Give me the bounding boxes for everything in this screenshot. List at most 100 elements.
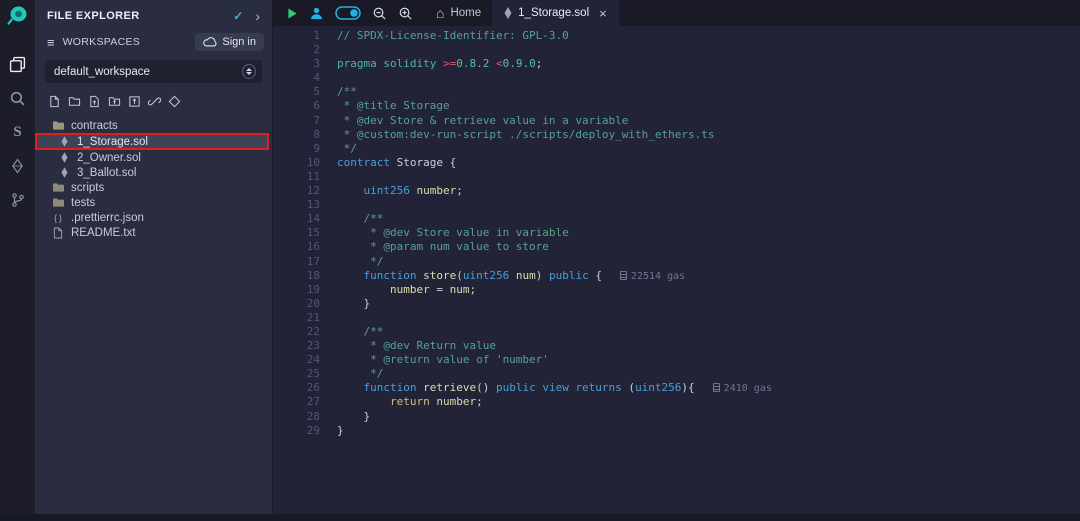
publish-gist-icon[interactable] [168, 95, 181, 108]
file-tree-item-1-storage-sol[interactable]: 1_Storage.sol [35, 133, 269, 150]
tab-1-storage-sol[interactable]: 1_Storage.sol × [493, 0, 619, 26]
file-tree-item-2-owner-sol[interactable]: 2_Owner.sol [35, 150, 272, 165]
code-line[interactable]: * @param num value to store [337, 240, 1080, 254]
new-file-icon[interactable] [48, 95, 61, 108]
code-line[interactable]: function retrieve() public view returns … [337, 381, 1080, 395]
code-line[interactable]: * @dev Store value in variable [337, 226, 1080, 240]
zoom-in-icon[interactable] [398, 6, 413, 21]
deploy-run-icon[interactable] [0, 149, 35, 183]
line-number: 16 [273, 240, 320, 254]
line-number: 2 [273, 43, 320, 57]
workspace-select[interactable]: default_workspace [45, 60, 262, 83]
code-line[interactable]: * @dev Store & retrieve value in a varia… [337, 114, 1080, 128]
code-line[interactable]: /** [337, 212, 1080, 226]
line-number: 22 [273, 325, 320, 339]
code-line[interactable]: /** [337, 85, 1080, 99]
code-line[interactable] [337, 311, 1080, 325]
search-icon[interactable] [0, 81, 35, 115]
code-line[interactable]: } [337, 424, 1080, 438]
gas-estimate-icon [620, 271, 627, 280]
close-tab-icon[interactable]: × [599, 6, 607, 21]
solidity-icon [57, 152, 71, 163]
code-line[interactable]: } [337, 410, 1080, 424]
code-line[interactable]: * @custom:dev-run-script ./scripts/deplo… [337, 128, 1080, 142]
panel-title: FILE EXPLORER [47, 10, 233, 22]
code-line[interactable] [337, 170, 1080, 184]
line-number: 12 [273, 184, 320, 198]
file-explorer-icon[interactable] [0, 47, 35, 81]
solidity-icon [57, 136, 71, 147]
tab-home[interactable]: ⌂ Home [425, 0, 493, 26]
line-number: 21 [273, 311, 320, 325]
git-branch-icon[interactable] [0, 183, 35, 217]
solidity-compiler-icon[interactable]: S [0, 115, 35, 149]
json-icon: { } [51, 213, 65, 223]
gas-estimate: 22514 gas [620, 271, 685, 282]
line-number: 26 [273, 381, 320, 395]
code-editor[interactable]: 1234567891011121314151617181920212223242… [273, 26, 1080, 521]
panel-header: FILE EXPLORER ✓ › [35, 0, 272, 29]
code-line[interactable]: // SPDX-License-Identifier: GPL-3.0 [337, 29, 1080, 43]
sign-in-button[interactable]: Sign in [195, 33, 264, 51]
code-line[interactable]: */ [337, 255, 1080, 269]
activity-bar: S [0, 0, 35, 521]
tab-home-label: Home [450, 7, 481, 19]
line-number: 8 [273, 128, 320, 142]
code-line[interactable] [337, 43, 1080, 57]
workspace-menu-icon[interactable]: ≡ [47, 35, 55, 50]
ai-assistant-icon[interactable] [309, 6, 324, 21]
import-link-icon[interactable] [148, 95, 161, 108]
line-number: 10 [273, 156, 320, 170]
file-tree-item-tests[interactable]: tests [35, 195, 272, 210]
code-line[interactable]: uint256 number; [337, 184, 1080, 198]
code-line[interactable]: number = num; [337, 283, 1080, 297]
check-icon[interactable]: ✓ [233, 9, 243, 23]
code-line[interactable]: * @dev Return value [337, 339, 1080, 353]
editor-code[interactable]: // SPDX-License-Identifier: GPL-3.0 pragm… [337, 26, 1080, 521]
line-number: 18 [273, 269, 320, 283]
folder-icon [51, 197, 65, 208]
tab-storage-label: 1_Storage.sol [518, 7, 589, 19]
file-explorer-panel: FILE EXPLORER ✓ › ≡ WORKSPACES Sign in d… [35, 0, 273, 521]
line-number: 11 [273, 170, 320, 184]
code-line[interactable]: pragma solidity >=0.8.2 <0.9.0; [337, 57, 1080, 71]
file-tree: contracts1_Storage.sol 2_Owner.sol 3_Ballo… [35, 118, 272, 240]
solidity-file-icon [504, 7, 512, 19]
code-line[interactable]: return number; [337, 395, 1080, 409]
zoom-out-icon[interactable] [372, 6, 387, 21]
code-line[interactable]: * @title Storage [337, 99, 1080, 113]
chevron-right-icon[interactable]: › [255, 11, 260, 21]
file-tree-item-3-ballot-sol[interactable]: 3_Ballot.sol [35, 165, 272, 180]
new-folder-icon[interactable] [68, 95, 81, 108]
file-tree-item-label: tests [71, 197, 95, 209]
code-line[interactable]: */ [337, 142, 1080, 156]
copilot-toggle-icon[interactable] [335, 6, 361, 20]
code-line[interactable]: /** [337, 325, 1080, 339]
line-number: 24 [273, 353, 320, 367]
line-number: 17 [273, 255, 320, 269]
upload-file-icon[interactable] [88, 95, 101, 108]
line-number: 14 [273, 212, 320, 226]
file-tree-item-readme-txt[interactable]: README.txt [35, 225, 272, 240]
file-tree-item-label: 2_Owner.sol [77, 152, 141, 164]
code-line[interactable]: */ [337, 367, 1080, 381]
code-line[interactable]: * @return value of 'number' [337, 353, 1080, 367]
gas-estimate: 2410 gas [713, 383, 772, 394]
upload-folder-icon[interactable] [108, 95, 121, 108]
remix-logo-icon [6, 5, 30, 31]
code-line[interactable]: } [337, 297, 1080, 311]
code-line[interactable] [337, 198, 1080, 212]
line-number: 23 [273, 339, 320, 353]
run-script-icon[interactable] [287, 7, 298, 20]
code-line[interactable] [337, 71, 1080, 85]
file-tree-item-scripts[interactable]: scripts [35, 180, 272, 195]
code-line[interactable]: contract Storage { [337, 156, 1080, 170]
file-tree-item--prettierrc-json[interactable]: { }.prettierrc.json [35, 210, 272, 225]
publish-ipfs-icon[interactable] [128, 95, 141, 108]
file-tree-item-contracts[interactable]: contracts [35, 118, 272, 133]
sign-in-label: Sign in [222, 36, 256, 48]
code-line[interactable]: function store(uint256 num) public {2251… [337, 269, 1080, 283]
line-number: 25 [273, 367, 320, 381]
line-number: 3 [273, 57, 320, 71]
file-tree-item-label: 3_Ballot.sol [77, 167, 136, 179]
